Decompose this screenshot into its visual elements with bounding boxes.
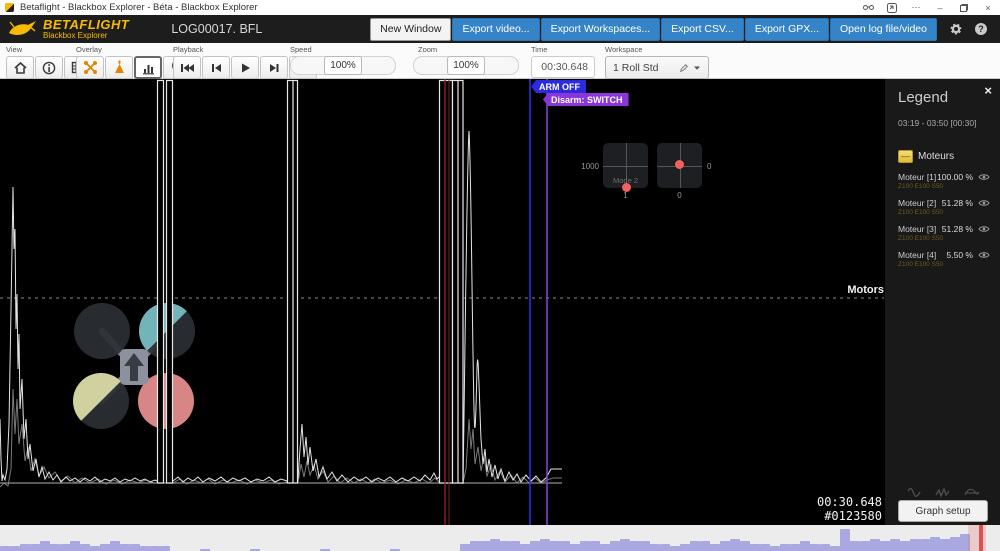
right-stick-box — [657, 143, 702, 188]
play-button[interactable] — [231, 56, 259, 79]
brand-subtitle: Blackbox Explorer — [43, 32, 129, 40]
blackbox-explorer-app: Betaflight - Blackbox Explorer - Béta - … — [0, 0, 1000, 551]
app-favicon — [5, 3, 14, 12]
view-home-button[interactable] — [6, 56, 34, 79]
legend-time-range: 03:19 - 03:50 [00:30] — [898, 118, 990, 128]
settings-gear-icon[interactable] — [945, 18, 967, 40]
open-log-button[interactable]: Open log file/video — [830, 18, 937, 41]
overlay-analyser-button[interactable] — [134, 56, 162, 79]
overlay-sticks-button[interactable] — [105, 56, 133, 79]
field-value: 5.50 % — [947, 250, 973, 260]
field-settings: Z100 E100 S50 — [898, 183, 990, 190]
view-info-button[interactable] — [35, 56, 63, 79]
legend-title: Legend — [898, 89, 990, 106]
left-stick-box: Mode 2 — [603, 143, 648, 188]
more-menu-icon[interactable]: ⋯ — [904, 0, 928, 15]
legend-group-name: Moteurs — [918, 151, 954, 162]
browser-essentials-icon[interactable] — [856, 0, 880, 15]
legend-row-motor4: Moteur [4] 5.50 % Z100 E100 S50 — [898, 250, 990, 268]
jump-to-start-button[interactable] — [173, 56, 201, 79]
legend-row-motor2: Moteur [2] 51.28 % Z100 E100 S50 — [898, 198, 990, 216]
smoothing-high-icon[interactable] — [964, 486, 980, 499]
field-value: 100.00 % — [937, 172, 973, 182]
field-value: 51.28 % — [942, 224, 973, 234]
right-stick-axis-value: 0 — [707, 162, 711, 171]
field-name[interactable]: Moteur [3] — [898, 224, 942, 234]
legend-row-motor1: Moteur [1] 100.00 % Z100 E100 S50 — [898, 172, 990, 190]
current-frame: #0123580 — [760, 510, 882, 524]
betaflight-hornet-icon — [8, 18, 38, 40]
restore-icon[interactable] — [952, 0, 976, 15]
smoothing-low-icon[interactable] — [906, 486, 922, 499]
collapse-group-icon[interactable]: — — [898, 150, 913, 163]
visibility-eye-icon[interactable] — [978, 199, 990, 207]
zoom-value[interactable]: 100% — [447, 56, 485, 75]
motors-axis-label: Motors — [847, 284, 884, 296]
visibility-eye-icon[interactable] — [978, 251, 990, 259]
minimize-icon[interactable]: – — [928, 0, 952, 15]
zoom-label: Zoom — [418, 45, 519, 54]
step-forward-button[interactable] — [260, 56, 288, 79]
speed-label: Speed — [290, 45, 396, 54]
legend-group-motors[interactable]: — Moteurs — [898, 150, 990, 163]
current-time-frame: 00:30.648 #0123580 — [760, 496, 882, 523]
field-name[interactable]: Moteur [4] — [898, 250, 947, 260]
field-settings: Z100 E100 S50 — [898, 235, 990, 242]
time-input[interactable]: 00:30.648 — [531, 56, 595, 78]
toolbar: View Overlay — [0, 43, 1000, 79]
seekbar-cursor[interactable] — [979, 525, 983, 551]
sticks-overlay: 1000 Mode 2 0 1 0 — [580, 140, 720, 202]
help-icon[interactable]: ? — [970, 18, 992, 40]
os-titlebar: Betaflight - Blackbox Explorer - Béta - … — [0, 0, 1000, 15]
export-workspaces-button[interactable]: Export Workspaces... — [541, 18, 661, 41]
betaflight-logo: BETAFLIGHT Blackbox Explorer — [8, 18, 129, 40]
edit-workspace-icon[interactable] — [679, 63, 689, 73]
smoothing-mid-icon[interactable] — [935, 486, 951, 499]
left-stick-bottom-value: 1 — [603, 191, 648, 200]
graph-canvas[interactable]: ARM OFF Disarm: SWITCH 1000 Mode 2 0 1 0… — [0, 79, 1000, 525]
export-gpx-button[interactable]: Export GPX... — [745, 18, 829, 41]
seekbar-waveform — [0, 525, 1000, 551]
overlay-craft-button[interactable] — [76, 56, 104, 79]
motor-traces — [0, 79, 1000, 525]
close-window-icon[interactable]: × — [976, 0, 1000, 15]
left-stick-axis-value: 1000 — [580, 162, 599, 171]
workspace-value: 1 Roll Std — [613, 62, 659, 74]
legend-panel: × Legend 03:19 - 03:50 [00:30] — Moteurs… — [885, 79, 1000, 525]
right-stick-bottom-value: 0 — [657, 191, 702, 200]
log-filename: LOG00017. BFL — [171, 22, 262, 36]
field-name[interactable]: Moteur [2] — [898, 198, 942, 208]
time-label: Time — [531, 45, 595, 54]
workspace-label: Workspace — [605, 45, 709, 54]
disarm-switch-badge: Disarm: SWITCH — [543, 93, 629, 106]
current-time: 00:30.648 — [760, 496, 882, 510]
step-back-button[interactable] — [202, 56, 230, 79]
app-header: BETAFLIGHT Blackbox Explorer LOG00017. B… — [0, 15, 1000, 43]
brand-title: BETAFLIGHT — [43, 18, 129, 31]
zoom-slider[interactable]: 100% — [413, 56, 519, 75]
field-settings: Z100 E100 S50 — [898, 261, 990, 268]
graph-setup-button[interactable]: Graph setup — [898, 500, 988, 522]
arm-off-badge: ARM OFF — [531, 80, 586, 93]
new-window-button[interactable]: New Window — [370, 18, 451, 41]
seekbar-current-region — [968, 525, 986, 551]
speed-value[interactable]: 100% — [324, 56, 362, 75]
field-settings: Z100 E100 S50 — [898, 209, 990, 216]
svg-text:?: ? — [978, 24, 984, 34]
visibility-eye-icon[interactable] — [978, 225, 990, 233]
field-value: 51.28 % — [942, 198, 973, 208]
workspace-select[interactable]: 1 Roll Std — [605, 56, 709, 79]
chevron-down-icon[interactable] — [693, 65, 701, 71]
right-stick-dot — [675, 160, 684, 169]
window-title: Betaflight - Blackbox Explorer - Béta - … — [20, 2, 856, 13]
export-video-button[interactable]: Export video... — [452, 18, 539, 41]
visibility-eye-icon[interactable] — [978, 173, 990, 181]
field-name[interactable]: Moteur [1] — [898, 172, 937, 182]
speed-slider[interactable]: 100% — [290, 56, 396, 75]
seekbar[interactable] — [0, 525, 1000, 551]
side-panel-icon[interactable] — [880, 0, 904, 15]
export-csv-button[interactable]: Export CSV... — [661, 18, 744, 41]
legend-row-motor3: Moteur [3] 51.28 % Z100 E100 S50 — [898, 224, 990, 242]
legend-close-icon[interactable]: × — [984, 83, 992, 98]
